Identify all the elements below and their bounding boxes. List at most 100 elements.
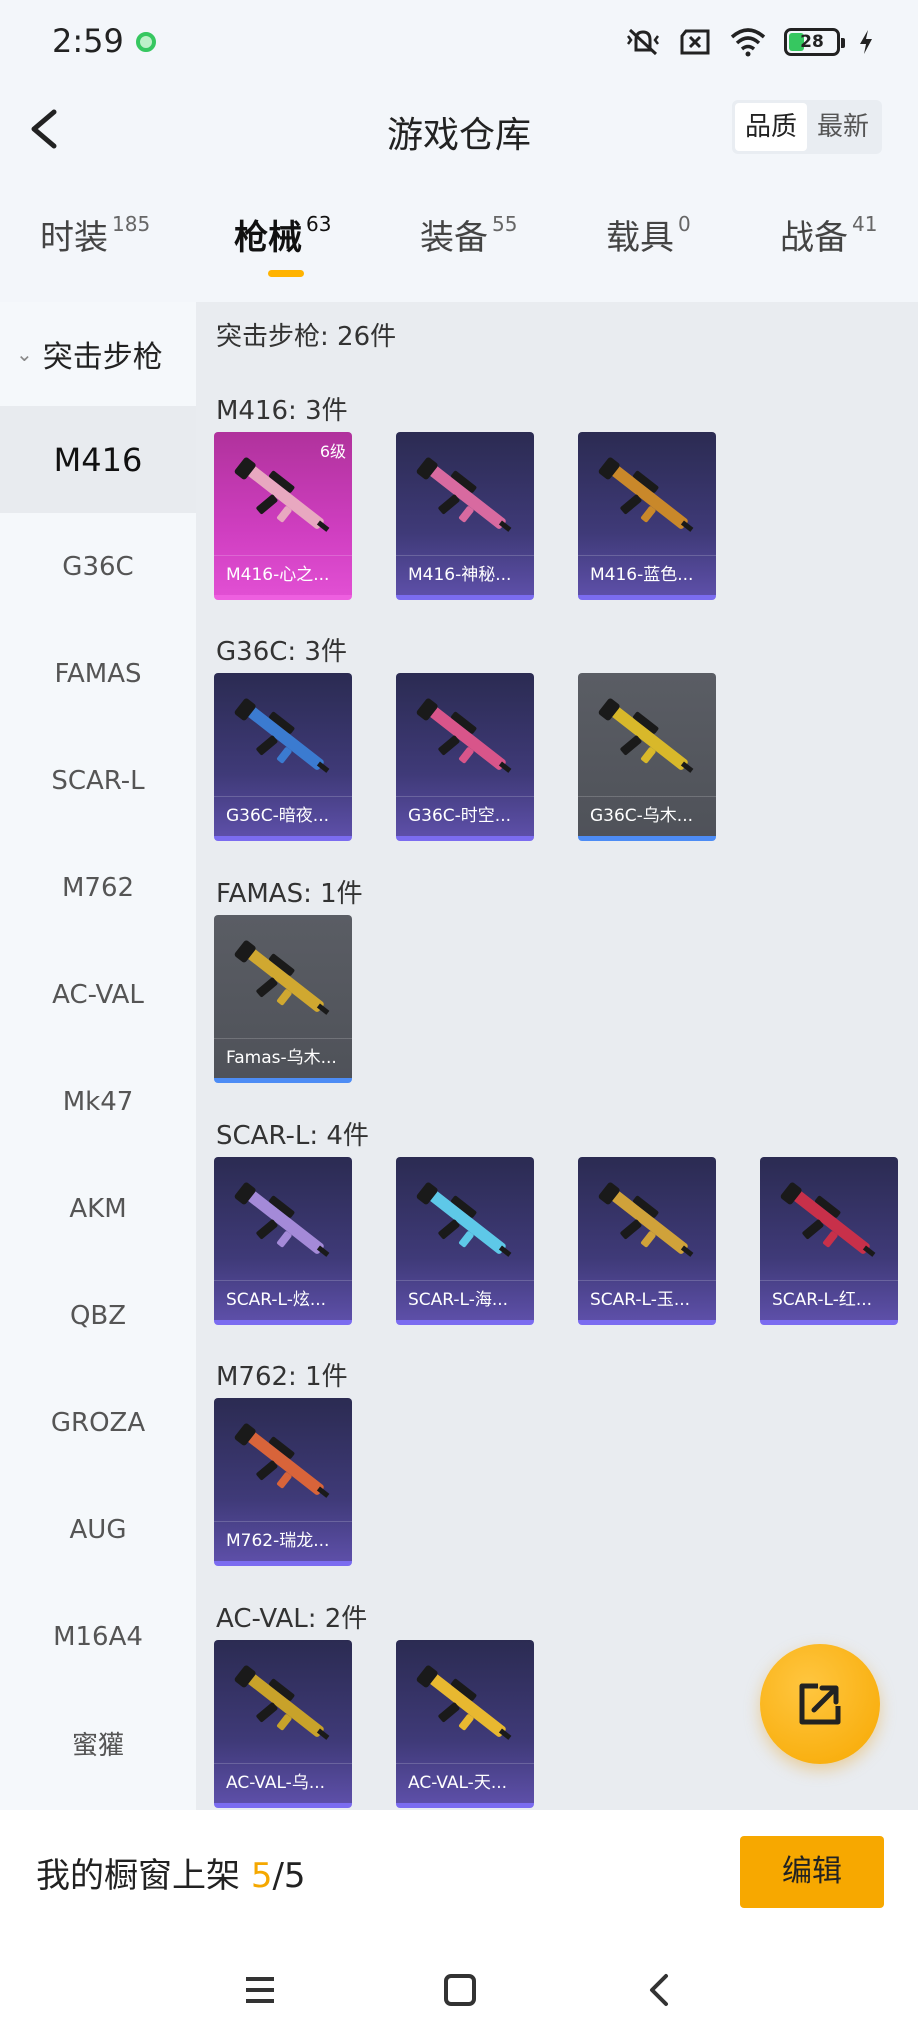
showcase-total: 5 xyxy=(283,1856,306,1896)
weapon-skin-card[interactable]: AC-VAL-天... xyxy=(396,1640,534,1808)
battery-level: 28 xyxy=(800,32,824,52)
weapon-skin-card[interactable]: M416-蓝色... xyxy=(578,432,716,600)
category-count-header: 突击步枪: 26件 xyxy=(216,322,397,352)
system-nav-bar xyxy=(0,1940,918,2040)
sidebar-category-label: 突击步枪 xyxy=(42,340,163,375)
tab-label: 装备 xyxy=(420,218,488,258)
showcase-status: 我的橱窗上架 5/5 xyxy=(36,1848,306,1897)
share-button[interactable] xyxy=(760,1644,880,1764)
category-tabs: 时装 185 枪械 63 装备 55 载具 0 战备 41 xyxy=(0,210,918,290)
sidebar-item-mk47[interactable]: Mk47 xyxy=(0,1048,196,1155)
weapon-skin-card[interactable]: Famas-乌木... xyxy=(214,915,352,1083)
skin-name: M416-神秘... xyxy=(396,555,534,595)
rifle-icon xyxy=(416,457,512,532)
showcase-label: 我的橱窗上架 xyxy=(36,1856,240,1896)
sidebar-item-m762[interactable]: M762 xyxy=(0,834,196,941)
tab-label: 载具 xyxy=(606,218,674,258)
header: 游戏仓库 品质 最新 xyxy=(0,84,918,174)
status-time: 2:59 xyxy=(52,22,124,60)
rifle-icon xyxy=(234,698,330,773)
tab-count: 185 xyxy=(112,212,151,236)
skin-name: SCAR-L-炫... xyxy=(214,1280,352,1320)
rifle-icon xyxy=(234,1665,330,1740)
sidebar-category-assault-rifle[interactable]: ⌄ 突击步枪 xyxy=(0,302,196,406)
skin-name: G36C-乌木... xyxy=(578,796,716,836)
rifle-icon xyxy=(234,940,330,1015)
sort-latest-button[interactable]: 最新 xyxy=(807,103,879,151)
skin-name: AC-VAL-乌... xyxy=(214,1763,352,1803)
skin-name: SCAR-L-玉... xyxy=(578,1280,716,1320)
tab-count: 0 xyxy=(678,212,691,236)
skin-name: G36C-时空... xyxy=(396,796,534,836)
sidebar-item-akm[interactable]: AKM xyxy=(0,1155,196,1262)
weapon-skin-card[interactable]: M762-瑞龙... xyxy=(214,1398,352,1566)
rifle-icon xyxy=(598,698,694,773)
skin-name: G36C-暗夜... xyxy=(214,796,352,836)
menu-icon[interactable] xyxy=(240,1970,280,2010)
sidebar-item-famas[interactable]: FAMAS xyxy=(0,620,196,727)
weapon-skin-card[interactable]: G36C-时空... xyxy=(396,673,534,841)
status-bar: 2:59 28 xyxy=(0,0,918,84)
weapon-skin-card[interactable]: SCAR-L-炫... xyxy=(214,1157,352,1325)
edit-button[interactable]: 编辑 xyxy=(740,1836,884,1908)
rifle-icon xyxy=(234,1182,330,1257)
skin-name: Famas-乌木... xyxy=(214,1038,352,1078)
export-icon xyxy=(799,1683,841,1725)
rifle-icon xyxy=(416,1182,512,1257)
rifle-icon xyxy=(234,457,330,532)
sidebar-item-m416[interactable]: M416 xyxy=(0,406,196,513)
tab-label: 战备 xyxy=(780,218,848,258)
home-icon[interactable] xyxy=(440,1970,480,2010)
weapon-skin-card[interactable]: G36C-乌木... xyxy=(578,673,716,841)
skin-name: M762-瑞龙... xyxy=(214,1521,352,1561)
rifle-icon xyxy=(780,1182,876,1257)
status-icons: 28 xyxy=(626,26,874,58)
charging-icon xyxy=(860,30,872,54)
weapon-skin-card[interactable]: 6级 M416-心之... xyxy=(214,432,352,600)
battery-icon: 28 xyxy=(784,28,845,56)
showcase-separator: / xyxy=(272,1856,284,1896)
weapon-skin-card[interactable]: AC-VAL-乌... xyxy=(214,1640,352,1808)
group-title: AC-VAL: 2件 xyxy=(216,1604,368,1634)
wifi-icon xyxy=(730,28,766,57)
skin-name: SCAR-L-海... xyxy=(396,1280,534,1320)
tab-fashion[interactable]: 时装 185 xyxy=(40,210,150,290)
weapon-skin-card[interactable]: SCAR-L-红... xyxy=(760,1157,898,1325)
group-title: M416: 3件 xyxy=(216,396,348,426)
weapon-skin-card[interactable]: G36C-暗夜... xyxy=(214,673,352,841)
sidebar-item-g36c[interactable]: G36C xyxy=(0,513,196,620)
skin-level-badge: 6级 xyxy=(319,442,346,461)
tab-guns[interactable]: 枪械 63 xyxy=(234,210,331,290)
showcase-bar: 我的橱窗上架 5/5 编辑 xyxy=(0,1810,918,1940)
sidebar-item-m16a4[interactable]: M16A4 xyxy=(0,1583,196,1690)
sort-quality-button[interactable]: 品质 xyxy=(734,103,807,151)
sidebar-item-aug[interactable]: AUG xyxy=(0,1476,196,1583)
weapon-skin-card[interactable]: M416-神秘... xyxy=(396,432,534,600)
chevron-down-icon: ⌄ xyxy=(16,342,33,366)
mute-vibrate-icon xyxy=(627,28,659,56)
back-icon[interactable] xyxy=(640,1970,680,2010)
tab-equipment[interactable]: 装备 55 xyxy=(420,210,517,290)
tab-vehicles[interactable]: 载具 0 xyxy=(606,210,691,290)
skin-name: AC-VAL-天... xyxy=(396,1763,534,1803)
weapon-sidebar: ⌄ 突击步枪 M416 G36C FAMAS SCAR-L M762 AC-VA… xyxy=(0,302,196,1810)
sidebar-item-qbz[interactable]: QBZ xyxy=(0,1262,196,1369)
tab-supplies[interactable]: 战备 41 xyxy=(780,210,877,290)
group-title: FAMAS: 1件 xyxy=(216,879,363,909)
weapon-skin-card[interactable]: SCAR-L-玉... xyxy=(578,1157,716,1325)
sidebar-item-honey-badger[interactable]: 蜜獾 xyxy=(0,1690,196,1797)
sidebar-item-groza[interactable]: GROZA xyxy=(0,1369,196,1476)
rifle-icon xyxy=(598,1182,694,1257)
rifle-icon xyxy=(416,1665,512,1740)
tab-count: 63 xyxy=(306,212,332,236)
sidebar-item-scar-l[interactable]: SCAR-L xyxy=(0,727,196,834)
tab-label: 枪械 xyxy=(234,218,302,258)
skin-name: SCAR-L-红... xyxy=(760,1280,898,1320)
rifle-icon xyxy=(234,1423,330,1498)
sidebar-item-ac-val[interactable]: AC-VAL xyxy=(0,941,196,1048)
tab-count: 55 xyxy=(492,212,518,236)
tab-active-indicator xyxy=(268,270,304,277)
weapon-skin-card[interactable]: SCAR-L-海... xyxy=(396,1157,534,1325)
skin-name: M416-蓝色... xyxy=(578,555,716,595)
group-title: SCAR-L: 4件 xyxy=(216,1121,369,1151)
